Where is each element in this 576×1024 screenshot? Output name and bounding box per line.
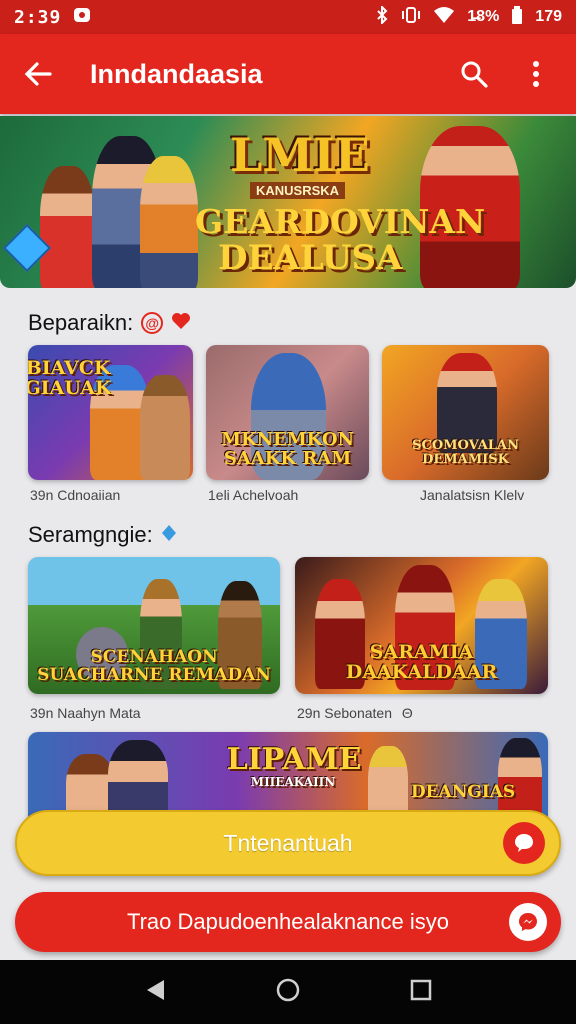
game-card[interactable]: BIAVCK GIAUAK bbox=[28, 345, 193, 480]
game-card[interactable]: SCENAHAON SUACHARNE REMADAN bbox=[28, 557, 280, 694]
card-label: 29n Sebonaten Θ bbox=[297, 705, 413, 721]
system-nav-bar bbox=[0, 960, 576, 1024]
hero-banner[interactable]: LMIE KANUSRSKA GEARDOVINAN DEALUSA bbox=[0, 116, 576, 288]
card-label-icon: Θ bbox=[401, 705, 413, 721]
battery-icon bbox=[511, 5, 523, 29]
promo-title-1: LIPAME bbox=[226, 742, 362, 777]
promo-title-2: MIIEAKAIIN bbox=[250, 775, 336, 789]
card-caption: MKNEMKON SAAKK RAM bbox=[221, 429, 354, 469]
section2-title: Seramgngie: bbox=[28, 522, 177, 548]
heart-icon bbox=[171, 312, 191, 335]
section1-title: Beparaikn: @ bbox=[28, 310, 191, 336]
nav-back-icon[interactable] bbox=[144, 978, 166, 1007]
banner-title-4: DEALUSA bbox=[218, 238, 403, 278]
diamond-icon bbox=[161, 524, 177, 547]
status-bar: 2:39 1̶8% 179 bbox=[0, 0, 576, 34]
section1-title-text: Beparaikn: bbox=[28, 310, 134, 335]
app-bar: Inndandaasia bbox=[0, 34, 576, 114]
card-caption: BIAVCK GIAUAK bbox=[28, 357, 112, 399]
nav-home-icon[interactable] bbox=[275, 977, 301, 1008]
card-caption: SCOMOVALAN DEMAMISK bbox=[412, 438, 519, 467]
status-right-text: 179 bbox=[535, 8, 562, 25]
battery-text: 1̶8% bbox=[467, 8, 500, 25]
at-badge: @ bbox=[141, 312, 164, 334]
card-caption: SARAMIA DAAKALDAAR bbox=[345, 641, 498, 683]
primary-button[interactable]: Tntenantuah bbox=[15, 810, 561, 876]
secondary-button[interactable]: Trao Dapudoenhealaknance isyo bbox=[15, 892, 561, 952]
primary-button-label: Tntenantuah bbox=[223, 829, 353, 856]
secondary-button-label: Trao Dapudoenhealaknance isyo bbox=[126, 909, 450, 934]
game-card[interactable]: SARAMIA DAAKALDAAR bbox=[295, 557, 548, 694]
bluetooth-icon bbox=[375, 4, 389, 29]
messenger-icon[interactable] bbox=[509, 903, 547, 941]
card-label: 39n Cdnoaiian bbox=[30, 487, 121, 503]
card-label: 1eli Achelvoah bbox=[208, 487, 299, 503]
vibrate-icon bbox=[401, 6, 421, 29]
hero-character-blond bbox=[140, 156, 198, 288]
nav-recents-icon[interactable] bbox=[410, 979, 432, 1006]
app-notification-icon bbox=[73, 7, 91, 28]
app-title: Inndandaasia bbox=[90, 58, 263, 89]
banner-title-1: LMIE bbox=[230, 128, 370, 182]
game-card[interactable]: SCOMOVALAN DEMAMISK bbox=[382, 345, 549, 480]
back-arrow-icon[interactable] bbox=[18, 54, 58, 94]
chat-bubble-icon[interactable] bbox=[503, 822, 545, 864]
card-character bbox=[140, 375, 190, 480]
card-label-text: 29n Sebonaten bbox=[297, 705, 392, 721]
promo-title-3: DEANGIAS bbox=[410, 782, 516, 802]
card-label: Janalatsisn Klelv bbox=[420, 487, 525, 503]
card-caption: SCENAHAON SUACHARNE REMADAN bbox=[37, 647, 271, 685]
hero-character-girl bbox=[40, 166, 95, 288]
banner-title-3: GEARDOVINAN bbox=[195, 202, 486, 241]
status-time: 2:39 bbox=[14, 6, 62, 28]
game-card[interactable]: MKNEMKON SAAKK RAM bbox=[206, 345, 369, 480]
banner-title-2: KANUSRSKA bbox=[250, 182, 346, 199]
section2-title-text: Seramgngie: bbox=[28, 522, 153, 547]
wifi-icon bbox=[433, 6, 455, 29]
search-icon[interactable] bbox=[452, 52, 496, 96]
more-vert-icon[interactable] bbox=[514, 52, 558, 96]
card-label: 39n Naahyn Mata bbox=[30, 705, 141, 721]
